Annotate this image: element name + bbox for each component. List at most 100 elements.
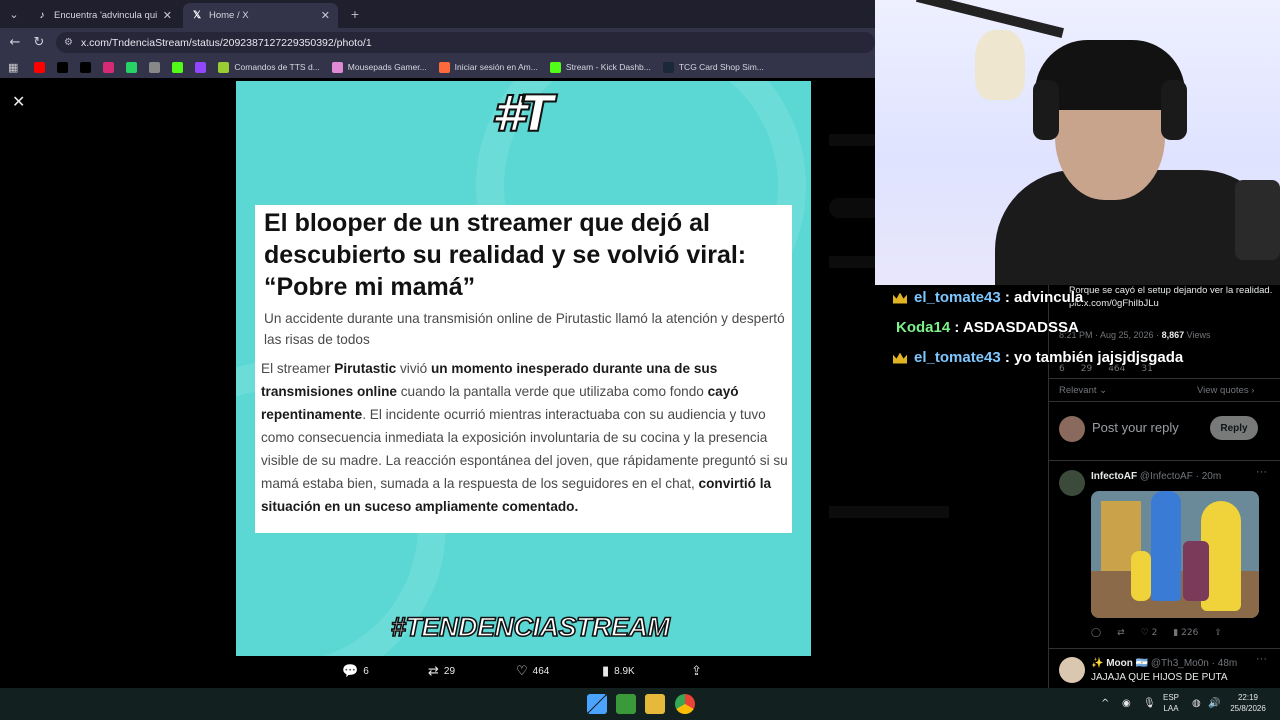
windows-taskbar: ^ ◉ 🎙 ESP LAA ◍ 🔊 22:19 25/8/2026: [0, 688, 1280, 720]
bookmark-item[interactable]: [57, 61, 69, 73]
views-count: 8.9K: [614, 666, 635, 677]
reply-icon: 💬: [342, 664, 359, 679]
amazon-icon: [438, 61, 450, 73]
reply-author: InfectoAF @InfectoAF · 20m: [1091, 470, 1221, 483]
relevant-dropdown[interactable]: Relevant ⌄: [1059, 384, 1107, 397]
bookmark-item[interactable]: [34, 61, 46, 73]
tweet-meta: 8:21 PM · Aug 25, 2026 · 8,867 Views: [1059, 329, 1210, 342]
chat-user: Koda14: [896, 319, 951, 336]
chat-text: : yo también jajsjdjsgada: [1004, 349, 1184, 366]
youtube-icon: [34, 61, 46, 73]
bookmark-item[interactable]: [126, 61, 138, 73]
reply-name: InfectoAF: [1091, 471, 1138, 482]
tts-icon: [218, 61, 230, 73]
close-icon[interactable]: ✕: [12, 92, 25, 111]
tab-label: Encuentra 'advincula quiero ke: [54, 10, 157, 21]
photo-action-bar: 💬 6 ⇄ 29 ♡ 464 ▮ 8.9K ⇪: [236, 660, 811, 686]
tweet-views-count: 8,867: [1161, 330, 1185, 340]
article-headline: El blooper de un streamer que dejó al de…: [264, 209, 747, 301]
tray-chevron-icon[interactable]: ^: [1101, 698, 1109, 709]
file-explorer-icon[interactable]: [645, 694, 665, 714]
bookmark-item[interactable]: [149, 61, 161, 73]
like-icon[interactable]: ♡ 2: [1141, 628, 1158, 638]
body-bold-run: Pirutastic: [334, 361, 397, 376]
view-quotes-link[interactable]: View quotes ›: [1197, 384, 1254, 397]
article-card: El blooper de un streamer que dejó al de…: [255, 205, 792, 533]
app-icon: [149, 61, 161, 73]
reply-image[interactable]: [1091, 491, 1259, 618]
chat-text: : ASDASDADSSA: [954, 319, 1079, 336]
reply-input[interactable]: Post your reply: [1092, 421, 1179, 434]
chrome-icon[interactable]: [675, 694, 695, 714]
views-button[interactable]: ▮ 8.9K: [602, 664, 635, 679]
close-tab-icon[interactable]: ✕: [321, 9, 330, 22]
views-chart-icon: ▮: [602, 664, 610, 679]
avatar[interactable]: [1059, 416, 1085, 442]
reply-name: ✨ Moon 🇦🇷: [1091, 658, 1149, 669]
xbox-app-icon[interactable]: [616, 694, 636, 714]
reply-stats-row: ◯ ⇄ ♡ 2 ▮ 226 ⇪: [1091, 628, 1238, 638]
webcam-overlay: [875, 0, 1280, 285]
kick-icon: [172, 61, 184, 73]
views-icon[interactable]: ▮ 226: [1173, 628, 1198, 638]
new-tab-button[interactable]: +: [345, 5, 365, 23]
chat-message: el_tomate43 : advincula: [893, 289, 1083, 306]
crown-badge-icon: [893, 292, 907, 304]
reply-author: ✨ Moon 🇦🇷 @Th3_Mo0n · 48m: [1091, 657, 1237, 670]
clock-time: 22:19: [1237, 693, 1259, 702]
kid-figure: [1131, 551, 1151, 601]
mic-icon[interactable]: 🎙: [1143, 698, 1156, 709]
bookmark-item[interactable]: [103, 61, 115, 73]
bookmark-item[interactable]: [80, 61, 92, 73]
like-button[interactable]: ♡ 464: [516, 664, 549, 679]
site-info-icon[interactable]: ⚙: [64, 37, 73, 48]
bookmark-label: TCG Card Shop Sim...: [678, 62, 764, 72]
bookmark-item[interactable]: Stream - Kick Dashb...: [549, 61, 651, 73]
tendencia-stream-brand: #TENDENCIASTREAM: [390, 611, 671, 643]
tweet-photo[interactable]: #T El blooper de un streamer que dejó al…: [236, 81, 811, 656]
apps-grid-icon[interactable]: ▦: [8, 61, 18, 74]
bookmarks-bar: ▦ Comandos de TTS d... Mousepads Gamer...…: [0, 56, 875, 78]
share-button[interactable]: ⇪: [691, 664, 707, 679]
language-indicator[interactable]: ESP LAA: [1163, 692, 1179, 714]
bookmark-item[interactable]: Mousepads Gamer...: [331, 61, 427, 73]
repost-icon[interactable]: ⇄: [1117, 628, 1125, 638]
tweet-text: Porque se cayó el setup dejando ver la r…: [1069, 285, 1273, 309]
hanging-hat: [975, 30, 1025, 100]
bookmark-item[interactable]: Iniciar sesión en Am...: [438, 61, 538, 73]
windows-start-icon[interactable]: [587, 694, 607, 714]
reply-text: JAJAJA QUE HIJOS DE PUTA: [1091, 672, 1228, 683]
more-icon[interactable]: ···: [1256, 653, 1267, 665]
tab-search-chevron-icon[interactable]: ⌄: [4, 5, 24, 23]
close-tab-icon[interactable]: ✕: [163, 9, 172, 22]
comment-icon[interactable]: ◯: [1091, 628, 1101, 638]
avatar[interactable]: [1059, 470, 1085, 496]
reload-icon[interactable]: ↻: [31, 34, 47, 50]
bookmark-item[interactable]: TCG Card Shop Sim...: [662, 61, 764, 73]
more-icon[interactable]: ···: [1256, 466, 1267, 478]
headset-left: [1033, 80, 1059, 140]
tab-tiktok[interactable]: ♪ Encuentra 'advincula quiero ke ✕: [28, 3, 180, 28]
network-icon[interactable]: ◍: [1192, 698, 1201, 709]
repost-button[interactable]: ⇄ 29: [428, 664, 455, 679]
tab-x-home[interactable]: 𝕏 Home / X ✕: [183, 3, 338, 28]
reply-button[interactable]: Reply: [1210, 416, 1258, 440]
instagram-icon: [103, 61, 115, 73]
back-arrow-icon[interactable]: ←: [7, 34, 23, 50]
bookmark-item[interactable]: [172, 61, 184, 73]
url-text: x.com/TndenciaStream/status/209238712722…: [80, 36, 372, 49]
bookmark-label: Comandos de TTS d...: [234, 62, 320, 72]
url-field[interactable]: ⚙ x.com/TndenciaStream/status/2092387127…: [56, 32, 875, 53]
clock[interactable]: 22:19 25/8/2026: [1228, 692, 1268, 714]
headset-right: [1161, 80, 1187, 140]
tab-label: Home / X: [209, 10, 249, 21]
bookmark-item[interactable]: Comandos de TTS d...: [218, 61, 320, 73]
bookmark-item[interactable]: [195, 61, 207, 73]
avatar[interactable]: [1059, 657, 1085, 683]
share-icon: ⇪: [691, 664, 702, 679]
share-icon[interactable]: ⇪: [1214, 628, 1222, 638]
shop-icon: [331, 61, 343, 73]
reply-button[interactable]: 💬 6: [342, 664, 369, 679]
volume-icon[interactable]: 🔊: [1208, 698, 1220, 709]
discord-icon[interactable]: ◉: [1122, 698, 1131, 709]
